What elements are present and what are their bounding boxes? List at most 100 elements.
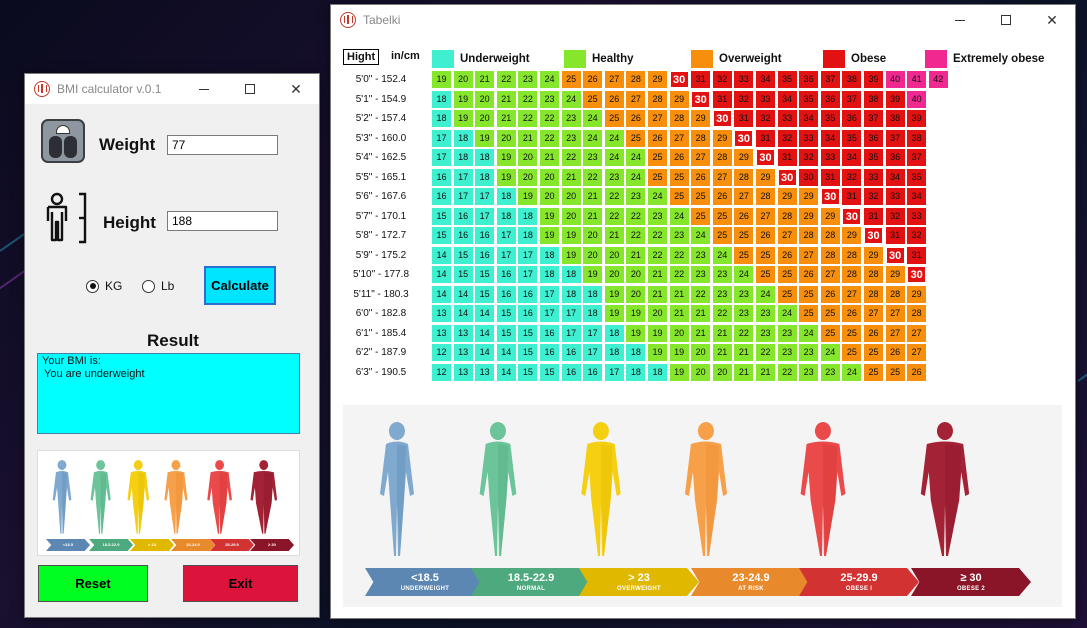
bmi-cell: 27 [885,305,905,322]
bmi-cell: 30 [907,266,927,283]
bmi-cell: 15 [475,266,495,283]
radio-selected-icon [86,279,99,293]
title-bar[interactable]: BMI calculator v.0.1 ✕ [25,74,319,104]
bmi-cell: 29 [885,266,905,283]
bathroom-scale-icon [41,119,85,163]
bmi-cell: 28 [734,168,754,186]
bmi-cell: 24 [734,266,754,283]
bmi-cell: 24 [669,207,689,225]
bmi-cell: 27 [885,324,905,342]
bmi-cell: 18 [561,285,581,303]
category-value: 25-29.9 [225,542,239,547]
bmi-cell: 23 [648,207,667,225]
bmi-cell: 20 [453,71,473,88]
bmi-cell: 14 [496,344,516,361]
bmi-cell: 21 [669,285,689,303]
category-value: <18.5 [411,571,439,584]
bmi-cell: 24 [820,344,840,361]
bmi-cell: 30 [712,110,732,127]
bmi-cell: 30 [691,90,711,108]
bmi-cell: 17 [475,188,495,205]
bmi-cell: 33 [756,90,775,108]
category-chevron-thumbnail: <18.5 [46,539,90,551]
bmi-cell: 41 [907,71,927,88]
bmi-cell: 16 [432,188,451,205]
category-chevron: ≥ 30 OBESE 2 [911,568,1031,596]
bmi-cell: 23 [777,324,797,342]
bmi-cell: 17 [583,324,603,342]
bmi-cell: 27 [626,90,646,108]
bmi-cell: 16 [453,207,473,225]
bmi-cell: 16 [475,246,495,264]
title-bar[interactable]: Tabelki ✕ [331,5,1075,35]
minimize-button[interactable] [937,5,983,35]
result-textbox[interactable]: Your BMI is: You are underweight [37,353,300,434]
bmi-cell: 22 [561,149,581,166]
height-label: Height [103,213,156,232]
bmi-cell: 14 [453,305,473,322]
calculate-button[interactable]: Calculate [204,266,276,305]
maximize-button[interactable] [983,5,1029,35]
bmi-cell: 24 [712,246,732,264]
bmi-cell: 26 [864,324,883,342]
bmi-cell: 18 [432,90,451,108]
bmi-cell: 29 [712,129,732,147]
bmi-cell: 21 [626,246,646,264]
weight-input[interactable] [167,135,278,155]
bmi-cell: 18 [561,266,581,283]
bmi-cell: 19 [669,363,689,381]
bmi-cell: 28 [669,110,689,127]
bmi-cell: 27 [864,305,883,322]
result-heading: Result [147,331,199,350]
bmi-cell: 24 [583,110,603,127]
height-label: 5'3" - 160.0 [355,132,407,144]
close-button[interactable]: ✕ [273,74,319,104]
bmi-cell: 21 [691,324,711,342]
category-chevron: 18.5-22.9 NORMAL [471,568,591,596]
bmi-cell: 20 [540,188,559,205]
bmi-cell: 16 [475,227,495,244]
maximize-button[interactable] [227,74,273,104]
bmi-cell: 25 [842,324,862,342]
bmi-cell: 30 [669,71,689,88]
close-button[interactable]: ✕ [1029,5,1075,35]
minimize-button[interactable] [181,74,227,104]
bmi-cell: 22 [669,246,689,264]
bmi-cell: 15 [475,285,495,303]
bmi-cell: 22 [496,71,516,88]
reset-button[interactable]: Reset [38,565,148,602]
height-label: 6'3" - 190.5 [355,366,407,378]
unit-radio-kg[interactable]: KG [86,279,122,293]
unit-radio-lb[interactable]: Lb [142,279,174,293]
height-label: 5'10" - 177.8 [352,269,410,280]
bmi-cell: 24 [799,324,819,342]
bmi-cell: 23 [626,188,646,205]
bmi-cell: 35 [799,90,819,108]
bmi-cell: 19 [475,129,495,147]
bmi-cell: 36 [864,129,883,147]
bmi-cell: 16 [518,305,538,322]
bmi-cell: 28 [691,129,711,147]
bmi-cell: 19 [648,344,667,361]
bmi-cell: 28 [820,246,840,264]
legend-item: Extremely obese [925,49,1044,69]
close-icon: ✕ [1046,11,1058,28]
bmi-cell: 20 [518,168,538,186]
bmi-cell: 34 [799,110,819,127]
bmi-cell: 23 [820,363,840,381]
bmi-cell: 23 [799,344,819,361]
bmi-cell: 22 [648,246,667,264]
bmi-cell: 23 [777,344,797,361]
legend-label: Extremely obese [953,53,1045,65]
bmi-cell: 18 [475,149,495,166]
bmi-cell: 15 [432,227,451,244]
bmi-cell: 19 [583,266,603,283]
category-chevron-thumbnail: ≥ 30 [250,539,294,551]
bmi-cell: 22 [691,285,711,303]
bmi-cell: 37 [864,110,883,127]
bmi-cell: 25 [799,285,819,303]
bmi-cell: 34 [777,90,797,108]
category-value: 25-29.9 [840,571,878,584]
height-input[interactable] [167,211,278,231]
exit-button[interactable]: Exit [183,565,298,602]
